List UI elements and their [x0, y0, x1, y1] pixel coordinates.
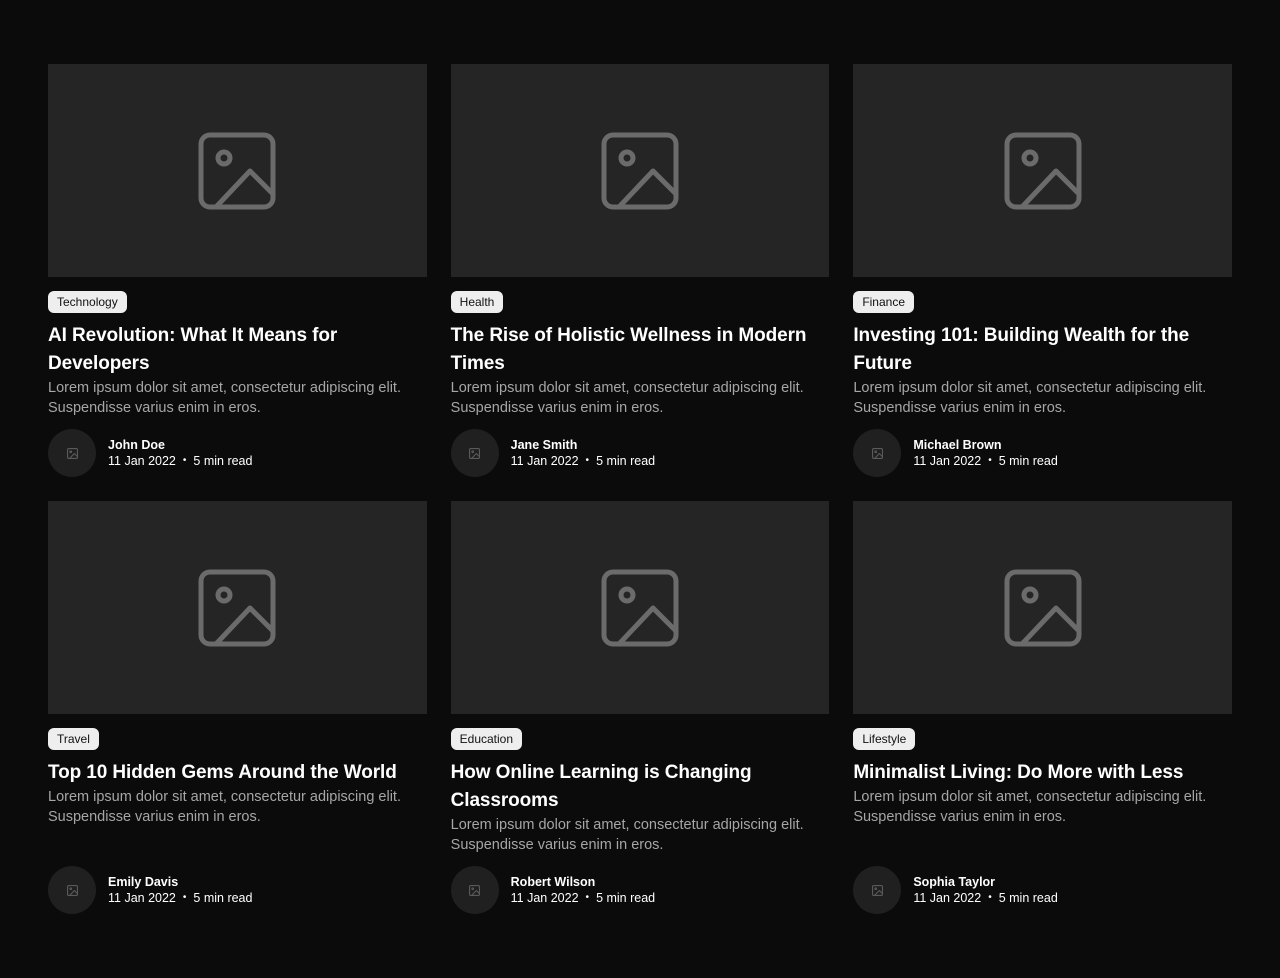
post-thumbnail[interactable] [48, 501, 427, 714]
post-date: 11 Jan 2022 [510, 454, 579, 468]
category-tag[interactable]: Travel [48, 728, 99, 750]
post-title[interactable]: Minimalist Living: Do More with Less [853, 759, 1232, 787]
image-placeholder-icon [1004, 569, 1082, 646]
post-meta: Robert Wilson 11 Jan 2022 • 5 min read [511, 874, 655, 906]
category-tag[interactable]: Lifestyle [853, 728, 916, 750]
image-placeholder-icon [469, 884, 481, 896]
post-meta-line: 11 Jan 2022 • 5 min read [913, 453, 1057, 469]
category-tag[interactable]: Finance [853, 291, 915, 313]
post-description: Lorem ipsum dolor sit amet, consectetur … [450, 380, 804, 416]
avatar [853, 429, 902, 477]
meta-separator: • [585, 455, 590, 466]
image-placeholder-icon [871, 884, 883, 896]
post-title[interactable]: The Rise of Holistic Wellness in Modern … [451, 322, 830, 378]
meta-separator: • [182, 455, 187, 466]
meta-separator: • [182, 892, 187, 903]
image-placeholder-icon [198, 132, 276, 209]
author-name: Emily Davis [108, 875, 179, 889]
post-meta-line: 11 Jan 2022 • 5 min read [511, 453, 655, 469]
post-date: 11 Jan 2022 [913, 454, 982, 468]
image-placeholder-icon [469, 447, 481, 459]
image-placeholder-icon [198, 569, 276, 646]
post-description: Lorem ipsum dolor sit amet, consectetur … [450, 817, 804, 853]
post-description: Lorem ipsum dolor sit amet, consectetur … [48, 789, 401, 825]
author-info: Emily Davis 11 Jan 2022 • 5 min read [48, 866, 427, 914]
meta-separator: • [585, 892, 590, 903]
post-meta-line: 11 Jan 2022 • 5 min read [913, 890, 1057, 906]
category-tag[interactable]: Education [450, 728, 523, 750]
category-tag[interactable]: Technology [48, 291, 127, 313]
read-time: 5 min read [998, 454, 1058, 468]
post-thumbnail[interactable] [450, 501, 830, 714]
author-info: Michael Brown 11 Jan 2022 • 5 min read [853, 429, 1232, 477]
read-time: 5 min read [998, 891, 1058, 905]
post-description: Lorem ipsum dolor sit amet, consectetur … [853, 789, 1207, 825]
post-title[interactable]: Investing 101: Building Wealth for the F… [853, 322, 1232, 378]
blog-card[interactable]: Technology AI Revolution: What It Means … [48, 64, 427, 477]
post-meta: Michael Brown 11 Jan 2022 • 5 min read [913, 437, 1057, 469]
post-title[interactable]: AI Revolution: What It Means for Develop… [48, 322, 427, 378]
image-placeholder-icon [66, 884, 78, 896]
author-name: Michael Brown [913, 438, 1002, 452]
read-time: 5 min read [596, 454, 656, 468]
post-date: 11 Jan 2022 [108, 891, 176, 905]
image-placeholder-icon [601, 569, 679, 646]
avatar [450, 866, 499, 914]
meta-separator: • [988, 455, 992, 466]
author-info: Jane Smith 11 Jan 2022 • 5 min read [450, 429, 830, 477]
image-placeholder-icon [871, 447, 883, 459]
post-title[interactable]: Top 10 Hidden Gems Around the World [48, 759, 427, 787]
meta-separator: • [988, 892, 992, 903]
post-description: Lorem ipsum dolor sit amet, consectetur … [48, 380, 401, 416]
author-name: John Doe [108, 438, 165, 452]
read-time: 5 min read [193, 454, 253, 468]
post-title[interactable]: How Online Learning is Changing Classroo… [451, 759, 830, 815]
post-meta: John Doe 11 Jan 2022 • 5 min read [108, 437, 252, 469]
author-info: Robert Wilson 11 Jan 2022 • 5 min read [450, 866, 830, 914]
blog-card[interactable]: Travel Top 10 Hidden Gems Around the Wor… [48, 501, 427, 914]
blog-card[interactable]: Education How Online Learning is Changin… [450, 501, 830, 914]
blog-card[interactable]: Health The Rise of Holistic Wellness in … [450, 64, 830, 477]
avatar [450, 429, 499, 477]
post-date: 11 Jan 2022 [913, 891, 982, 905]
post-thumbnail[interactable] [450, 64, 830, 277]
post-meta: Jane Smith 11 Jan 2022 • 5 min read [511, 437, 655, 469]
post-thumbnail[interactable] [48, 64, 427, 277]
post-meta-line: 11 Jan 2022 • 5 min read [511, 890, 655, 906]
author-info: Sophia Taylor 11 Jan 2022 • 5 min read [853, 866, 1232, 914]
post-meta: Sophia Taylor 11 Jan 2022 • 5 min read [913, 874, 1057, 906]
avatar [853, 866, 902, 914]
read-time: 5 min read [596, 891, 656, 905]
blog-post-grid: Technology AI Revolution: What It Means … [48, 64, 1232, 914]
post-date: 11 Jan 2022 [510, 891, 579, 905]
post-description: Lorem ipsum dolor sit amet, consectetur … [853, 380, 1207, 416]
post-thumbnail[interactable] [853, 64, 1232, 277]
author-name: Sophia Taylor [913, 875, 996, 889]
avatar [48, 429, 96, 477]
blog-card[interactable]: Finance Investing 101: Building Wealth f… [853, 64, 1232, 477]
image-placeholder-icon [601, 132, 679, 209]
category-tag[interactable]: Health [450, 291, 504, 313]
author-name: Jane Smith [510, 438, 578, 452]
avatar [48, 866, 96, 914]
image-placeholder-icon [1004, 132, 1082, 209]
post-thumbnail[interactable] [853, 501, 1232, 714]
read-time: 5 min read [193, 891, 253, 905]
image-placeholder-icon [66, 447, 78, 459]
blog-card[interactable]: Lifestyle Minimalist Living: Do More wit… [853, 501, 1232, 914]
post-meta: Emily Davis 11 Jan 2022 • 5 min read [108, 874, 252, 906]
author-info: John Doe 11 Jan 2022 • 5 min read [48, 429, 427, 477]
author-name: Robert Wilson [510, 875, 596, 889]
post-date: 11 Jan 2022 [108, 454, 176, 468]
post-meta-line: 11 Jan 2022 • 5 min read [108, 890, 252, 906]
post-meta-line: 11 Jan 2022 • 5 min read [108, 453, 252, 469]
